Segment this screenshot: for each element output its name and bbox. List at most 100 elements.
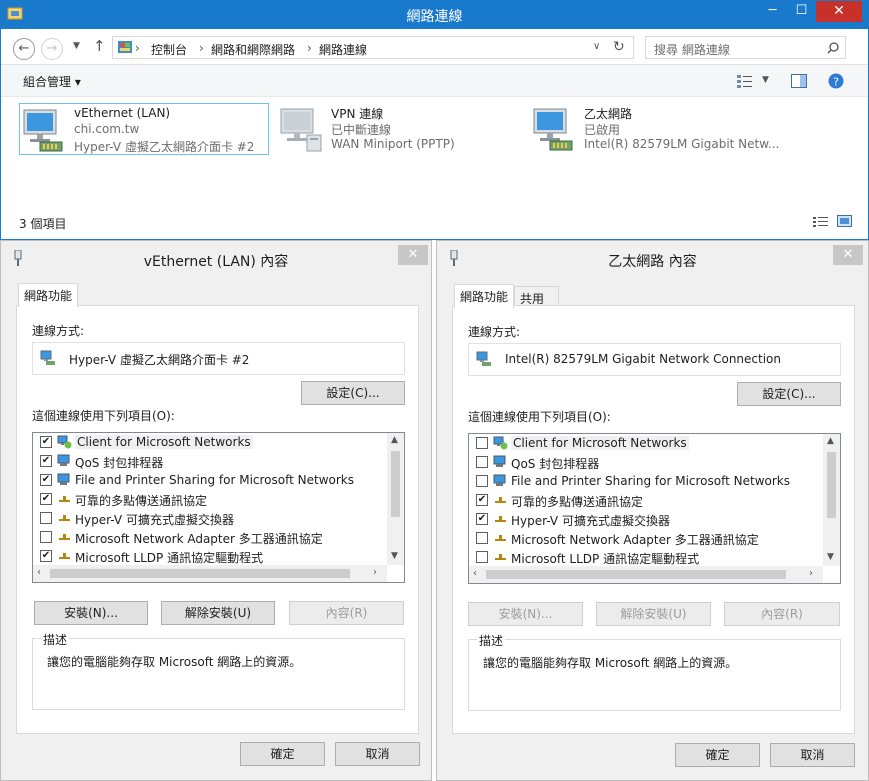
breadcrumb-item-control-panel[interactable]: 控制台 [151, 41, 187, 58]
scroll-up-icon[interactable]: ▲ [827, 436, 834, 446]
cancel-button[interactable]: 取消 [335, 742, 420, 766]
list-item[interactable]: ✔ Hyper-V 可擴充式虛擬交換器 [469, 510, 829, 529]
item-checkbox[interactable] [476, 475, 488, 487]
scroll-up-icon[interactable]: ▲ [391, 435, 398, 445]
protocol-icon [59, 515, 70, 521]
list-item[interactable]: Client for Microsoft Networks [469, 434, 829, 453]
recent-locations-chevron-icon[interactable]: ▼ [73, 41, 80, 51]
list-item[interactable]: Microsoft Network Adapter 多工器通訊協定 [33, 528, 393, 547]
details-view-icon[interactable] [813, 215, 829, 229]
refresh-icon[interactable]: ↻ [613, 39, 625, 55]
cancel-button[interactable]: 取消 [770, 743, 855, 767]
list-item[interactable]: File and Printer Sharing for Microsoft N… [469, 472, 829, 491]
view-options-dropdown-icon[interactable]: ▼ [762, 75, 769, 85]
connection-item-ethernet[interactable]: 乙太網路 已啟用 Intel(R) 82579LM Gigabit Netw..… [530, 103, 779, 155]
dialog-title-bar[interactable]: 乙太網路 內容 ✕ [437, 241, 868, 274]
search-box[interactable]: 搜尋 網路連線 [645, 36, 846, 59]
tab-networking[interactable]: 網路功能 [454, 284, 515, 308]
search-icon[interactable] [827, 42, 839, 54]
organize-menu[interactable]: 組合管理 ▾ [23, 73, 81, 90]
uninstall-button[interactable]: 解除安裝(U) [596, 602, 711, 626]
install-button[interactable]: 安裝(N)... [468, 602, 583, 626]
connection-item-vpn[interactable]: VPN 連線 已中斷連線 WAN Miniport (PPTP) [277, 103, 477, 155]
dialog-title-bar[interactable]: vEthernet (LAN) 內容 ✕ [1, 241, 431, 274]
connection-device: Hyper-V 虛擬乙太網路介面卡 #2 [74, 140, 255, 154]
item-checkbox[interactable]: ✔ [476, 513, 488, 525]
help-icon[interactable]: ? [828, 73, 844, 89]
horizontal-scrollbar[interactable]: ‹ › [469, 566, 823, 583]
list-item[interactable]: ✔ File and Printer Sharing for Microsoft… [33, 471, 393, 490]
connection-status: 已啟用 [584, 123, 621, 137]
item-checkbox[interactable] [476, 437, 488, 449]
breadcrumb-separator-icon: › [135, 41, 140, 55]
service-network-icon [57, 454, 70, 466]
scroll-left-icon[interactable]: ‹ [473, 568, 477, 579]
list-item[interactable]: ✔ Client for Microsoft Networks [33, 433, 393, 452]
scroll-thumb[interactable] [50, 569, 350, 578]
configure-button[interactable]: 設定(C)... [301, 381, 405, 405]
window-title: 網路連線 [406, 9, 463, 25]
list-item[interactable]: Microsoft Network Adapter 多工器通訊協定 [469, 529, 829, 548]
scroll-thumb[interactable] [827, 452, 836, 518]
properties-button[interactable]: 內容(R) [289, 601, 404, 625]
breadcrumb-item-network-connections[interactable]: 網路連線 [319, 41, 367, 58]
scroll-left-icon[interactable]: ‹ [37, 567, 41, 578]
list-item[interactable]: ✔ Microsoft LLDP 通訊協定驅動程式 [33, 547, 393, 566]
scroll-down-icon[interactable]: ▼ [391, 551, 398, 561]
item-checkbox[interactable]: ✔ [40, 474, 52, 486]
list-item[interactable]: ✔ 可靠的多點傳送通訊協定 [469, 491, 829, 510]
svg-text:?: ? [833, 76, 839, 89]
tab-networking[interactable]: 網路功能 [18, 283, 79, 307]
item-checkbox[interactable]: ✔ [40, 436, 52, 448]
item-checkbox[interactable] [476, 551, 488, 563]
item-checkbox[interactable] [40, 531, 52, 543]
item-checkbox[interactable] [476, 532, 488, 544]
item-checkbox[interactable]: ✔ [476, 494, 488, 506]
dialog-close-button[interactable]: ✕ [833, 245, 863, 265]
scroll-right-icon[interactable]: › [809, 568, 813, 579]
dialog-close-button[interactable]: ✕ [398, 245, 428, 265]
item-checkbox[interactable]: ✔ [40, 550, 52, 562]
address-bar[interactable]: › 控制台 › 網路和網際網路 › 網路連線 ∨ ↻ [112, 36, 634, 59]
item-checkbox[interactable] [476, 456, 488, 468]
title-bar[interactable]: 網路連線 ─ ☐ ✕ [1, 1, 868, 29]
vertical-scrollbar[interactable]: ▲ ▼ [823, 434, 840, 566]
breadcrumb-item-network-internet[interactable]: 網路和網際網路 [211, 41, 295, 58]
install-button[interactable]: 安裝(N)... [34, 601, 148, 625]
connection-status: chi.com.tw [74, 122, 140, 136]
scroll-thumb[interactable] [486, 570, 786, 579]
list-item[interactable]: ✔ QoS 封包排程器 [33, 452, 393, 471]
scroll-right-icon[interactable]: › [373, 567, 377, 578]
horizontal-scrollbar[interactable]: ‹ › [33, 565, 387, 582]
properties-button[interactable]: 內容(R) [724, 602, 840, 626]
networking-tab-panel: 連線方式: Intel(R) 82579LM Gigabit Network C… [452, 305, 855, 734]
large-icons-view-icon[interactable] [837, 214, 853, 228]
list-item[interactable]: ✔ 可靠的多點傳送通訊協定 [33, 490, 393, 509]
ok-button[interactable]: 確定 [240, 742, 325, 766]
ok-button[interactable]: 確定 [675, 743, 760, 767]
list-item[interactable]: QoS 封包排程器 [469, 453, 829, 472]
connection-item-vethernet[interactable]: vEthernet (LAN) chi.com.tw Hyper-V 虛擬乙太網… [19, 103, 269, 155]
items-label: 這個連線使用下列項目(O): [32, 409, 175, 423]
scroll-thumb[interactable] [391, 451, 400, 517]
item-checkbox[interactable]: ✔ [40, 455, 52, 467]
preview-pane-icon[interactable] [791, 74, 807, 88]
vertical-scrollbar[interactable]: ▲ ▼ [387, 433, 404, 565]
address-dropdown-icon[interactable]: ∨ [593, 41, 600, 52]
list-item[interactable]: Microsoft LLDP 通訊協定驅動程式 [469, 548, 829, 567]
list-item[interactable]: Hyper-V 可擴充式虛擬交換器 [33, 509, 393, 528]
back-arrow-icon[interactable]: ← [13, 38, 35, 60]
uninstall-button[interactable]: 解除安裝(U) [161, 601, 275, 625]
configure-button[interactable]: 設定(C)... [737, 382, 841, 406]
change-view-icon[interactable] [737, 74, 753, 88]
item-checkbox[interactable]: ✔ [40, 493, 52, 505]
forward-arrow-icon[interactable]: → [41, 38, 63, 60]
maximize-button[interactable]: ☐ [787, 1, 816, 22]
breadcrumb-separator-icon: › [307, 41, 312, 55]
up-arrow-icon[interactable]: ↑ [93, 37, 106, 55]
item-checkbox[interactable] [40, 512, 52, 524]
close-button[interactable]: ✕ [816, 1, 862, 22]
item-count: 3 個項目 [19, 217, 67, 231]
scroll-down-icon[interactable]: ▼ [827, 552, 834, 562]
minimize-button[interactable]: ─ [758, 1, 787, 22]
